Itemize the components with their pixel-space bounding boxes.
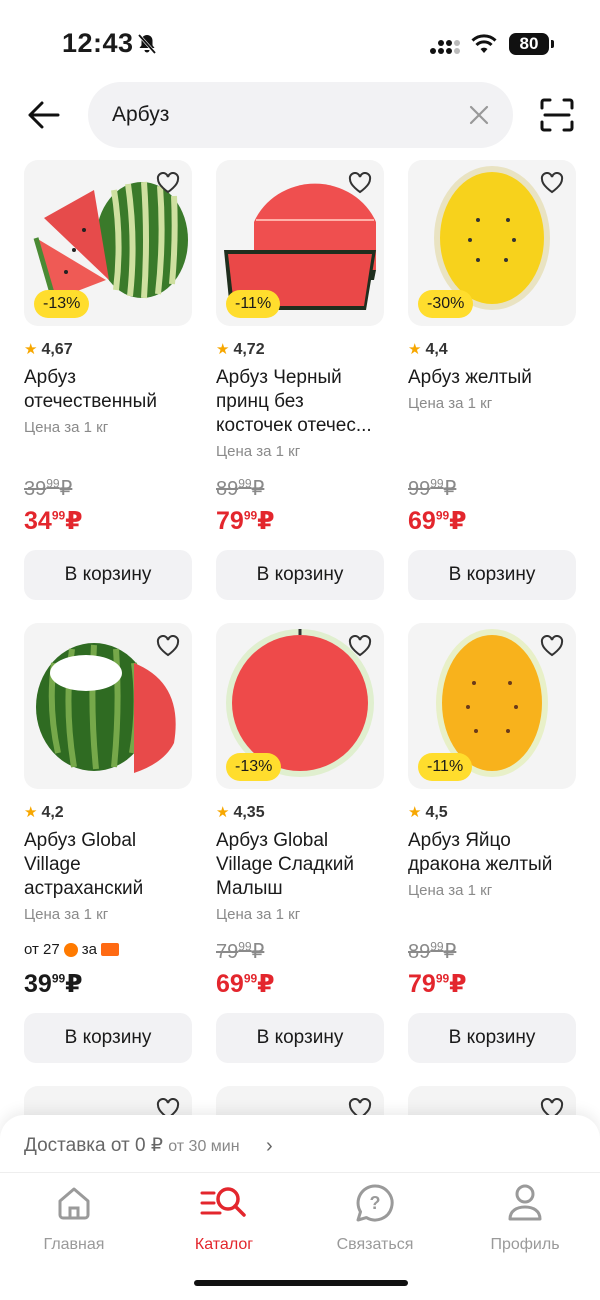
star-icon: ★ <box>216 341 230 358</box>
product-rating: ★ 4,35 <box>216 804 265 821</box>
tab-profile-label: Профиль <box>490 1236 560 1253</box>
product-image[interactable]: -11% <box>408 623 576 789</box>
bell-muted-icon <box>137 34 157 54</box>
product-image[interactable]: -13% <box>216 623 384 789</box>
tab-catalog[interactable]: Каталог <box>154 1183 294 1254</box>
new-price: 7999₽ <box>216 507 275 535</box>
add-to-cart-button[interactable]: В корзину <box>408 1013 576 1063</box>
add-to-cart-button[interactable]: В корзину <box>408 550 576 600</box>
product-rating: ★ 4,2 <box>24 804 64 821</box>
old-price: 8999₽ <box>216 476 265 500</box>
heart-icon[interactable] <box>156 172 180 194</box>
product-info: Арбуз Global Village астраханский Цена з… <box>24 829 192 925</box>
old-price: 3999₽ <box>24 476 73 500</box>
price: 3999₽ <box>24 970 83 998</box>
delivery-price: Доставка от 0 ₽ <box>24 1135 163 1156</box>
product-info: Арбуз отечественный Цена за 1 кг <box>24 366 192 438</box>
discount-badge: -13% <box>226 753 282 781</box>
star-icon: ★ <box>24 341 38 358</box>
new-price: 7999₽ <box>408 970 467 998</box>
product-rating: ★ 4,72 <box>216 341 265 358</box>
cellular-signal-icon <box>430 40 460 54</box>
star-icon: ★ <box>408 341 422 358</box>
wifi-icon <box>471 34 497 53</box>
search-input[interactable] <box>112 98 442 132</box>
add-to-cart-button[interactable]: В корзину <box>24 1013 192 1063</box>
product-unit: Цена за 1 кг <box>216 443 301 460</box>
product-unit: Цена за 1 кг <box>216 906 301 923</box>
star-icon: ★ <box>216 804 230 821</box>
product-unit: Цена за 1 кг <box>408 882 493 899</box>
add-to-cart-button[interactable]: В корзину <box>216 550 384 600</box>
old-price: 9999₽ <box>408 476 457 500</box>
product-unit: Цена за 1 кг <box>24 419 109 436</box>
product-image[interactable]: -30% <box>408 160 576 326</box>
discount-badge: -11% <box>226 290 281 318</box>
discount-badge: -13% <box>34 290 90 318</box>
heart-icon[interactable] <box>156 635 180 657</box>
discount-badge: -11% <box>418 753 473 781</box>
product-rating: ★ 4,67 <box>24 341 73 358</box>
discount-badge: -30% <box>418 290 474 318</box>
product-image[interactable] <box>24 623 192 789</box>
status-bar: 12:43 80 <box>0 0 600 80</box>
heart-icon[interactable] <box>348 635 372 657</box>
heart-icon[interactable] <box>348 172 372 194</box>
product-unit: Цена за 1 кг <box>24 906 109 923</box>
product-unit: Цена за 1 кг <box>408 395 493 412</box>
tab-profile[interactable]: Профиль <box>455 1183 595 1254</box>
profile-icon <box>508 1184 542 1221</box>
home-icon <box>58 1187 90 1220</box>
tab-contact-label: Связаться <box>336 1236 414 1253</box>
product-title[interactable]: Арбуз Черный принц без косточек отечес..… <box>216 366 384 438</box>
delivery-banner[interactable]: Доставка от 0 ₽ от 30 мин › <box>0 1115 600 1175</box>
new-price: 6999₽ <box>408 507 467 535</box>
product-info: Арбуз Черный принц без косточек отечес..… <box>216 366 384 462</box>
loyalty-coin-icon <box>63 942 78 957</box>
loyalty-promo: от 27 за <box>24 941 119 958</box>
delivery-time: от 30 мин <box>168 1138 240 1155</box>
back-arrow-icon[interactable] <box>26 100 62 130</box>
tab-contact[interactable]: ? Связаться <box>305 1183 445 1254</box>
delivery-info: Доставка от 0 ₽ от 30 мин <box>24 1134 240 1157</box>
product-title[interactable]: Арбуз Global Village астраханский <box>24 829 192 901</box>
search-bar[interactable] <box>88 82 513 148</box>
old-price: 7999₽ <box>216 939 265 963</box>
product-image[interactable]: -11% <box>216 160 384 326</box>
tab-home-label: Главная <box>43 1236 105 1253</box>
heart-icon[interactable] <box>540 172 564 194</box>
product-info: Арбуз желтый Цена за 1 кг <box>408 366 576 414</box>
product-title[interactable]: Арбуз Яйцо дракона желтый <box>408 829 576 877</box>
product-title[interactable]: Арбуз отечественный <box>24 366 192 414</box>
barcode-scan-icon[interactable] <box>540 98 574 132</box>
battery-indicator: 80 <box>509 33 554 55</box>
svg-text:?: ? <box>370 1193 381 1213</box>
product-info: Арбуз Global Village Сладкий Малыш Цена … <box>216 829 384 925</box>
product-image[interactable]: -13% <box>24 160 192 326</box>
home-indicator <box>194 1280 408 1286</box>
product-rating: ★ 4,4 <box>408 341 448 358</box>
new-price: 6999₽ <box>216 970 275 998</box>
star-icon: ★ <box>24 804 38 821</box>
chevron-right-icon: › <box>266 1135 273 1157</box>
add-to-cart-button[interactable]: В корзину <box>24 550 192 600</box>
tab-home[interactable]: Главная <box>4 1183 144 1254</box>
product-rating: ★ 4,5 <box>408 804 448 821</box>
tab-catalog-label: Каталог <box>194 1236 254 1253</box>
new-price: 3499₽ <box>24 507 83 535</box>
add-to-cart-button[interactable]: В корзину <box>216 1013 384 1063</box>
catalog-search-icon <box>200 1187 246 1217</box>
star-icon: ★ <box>408 804 422 821</box>
clear-icon[interactable] <box>468 104 490 126</box>
product-title[interactable]: Арбуз Global Village Сладкий Малыш <box>216 829 384 901</box>
screen: 12:43 80 Арбуз -13% ★ 4,67 Арбуз отечест… <box>0 0 600 1300</box>
card-icon <box>100 943 119 956</box>
heart-icon[interactable] <box>540 635 564 657</box>
product-info: Арбуз Яйцо дракона желтый Цена за 1 кг <box>408 829 576 901</box>
status-time: 12:43 <box>62 28 134 58</box>
help-chat-icon: ? <box>356 1184 394 1222</box>
product-title[interactable]: Арбуз желтый <box>408 366 576 390</box>
old-price: 8999₽ <box>408 939 457 963</box>
